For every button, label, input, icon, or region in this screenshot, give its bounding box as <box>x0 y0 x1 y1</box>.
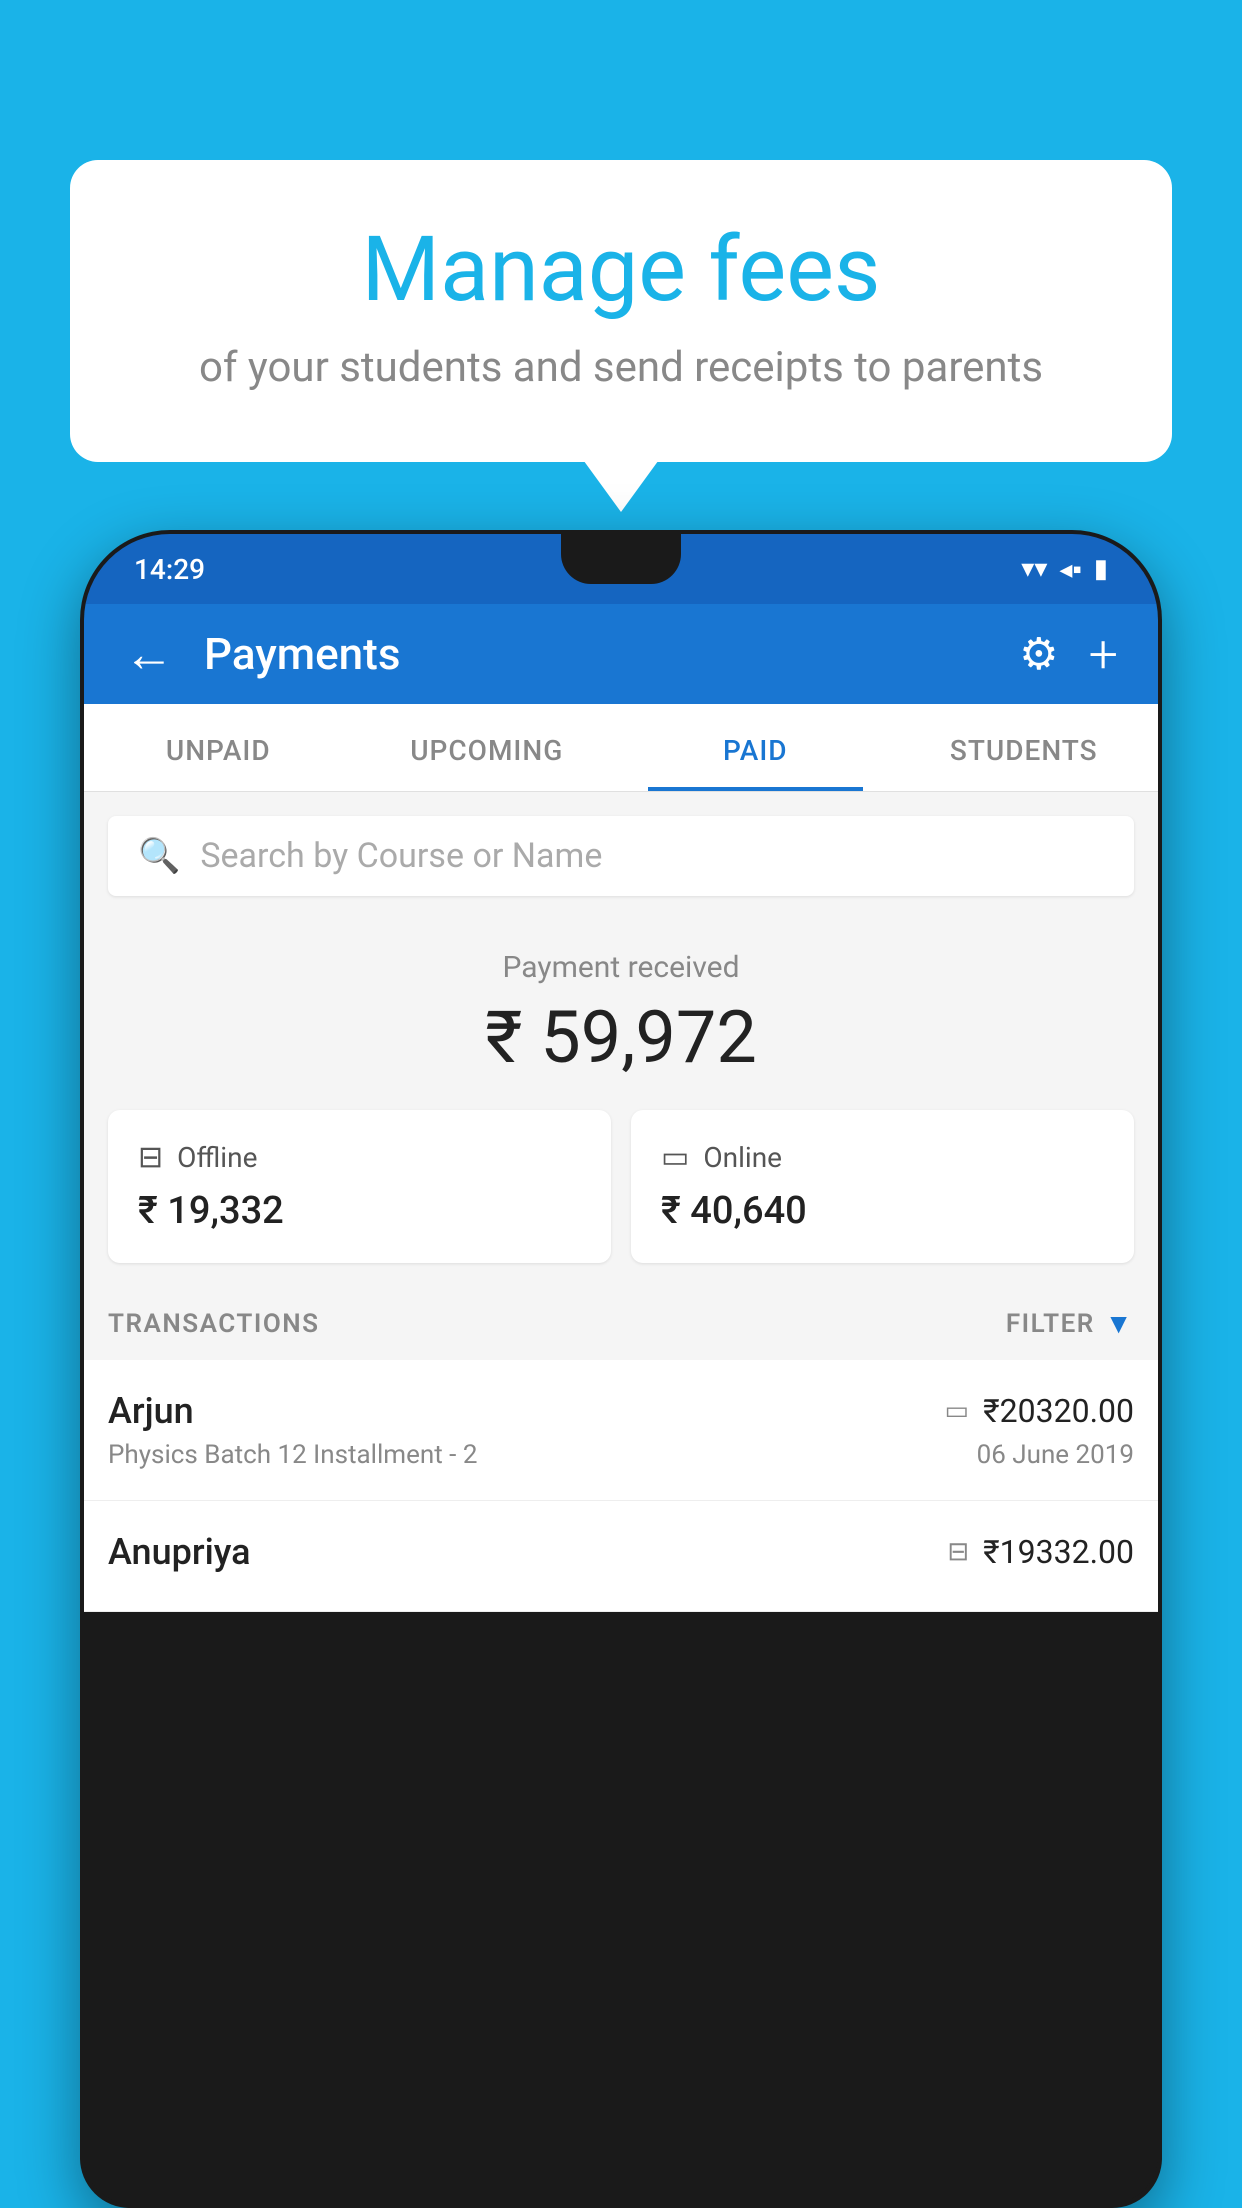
search-bar[interactable]: 🔍 Search by Course or Name <box>108 816 1134 896</box>
tab-unpaid[interactable]: UNPAID <box>84 704 353 791</box>
transaction-row[interactable]: Anupriya ⊟ ₹19332.00 <box>84 1501 1158 1612</box>
tab-students[interactable]: STUDENTS <box>890 704 1159 791</box>
tabs-bar: UNPAID UPCOMING PAID STUDENTS <box>84 704 1158 792</box>
online-label: Online <box>703 1141 782 1174</box>
online-icon: ▭ <box>661 1140 689 1175</box>
signal-icon: ◂▪ <box>1059 554 1081 585</box>
offline-amount: ₹ 19,332 <box>138 1189 581 1233</box>
transaction-name: Arjun <box>108 1390 194 1432</box>
search-placeholder: Search by Course or Name <box>200 836 602 876</box>
speech-bubble-container: Manage fees of your students and send re… <box>70 160 1172 462</box>
phone-inner: 14:29 ▾▾ ◂▪ ▮ ← Payments ⚙ + UNPAID UPCO… <box>84 534 1158 2204</box>
transaction-amount: ₹20320.00 <box>983 1392 1134 1430</box>
transactions-header: TRANSACTIONS FILTER ▼ <box>84 1287 1158 1360</box>
transaction-name: Anupriya <box>108 1531 251 1573</box>
transaction-amount: ₹19332.00 <box>983 1533 1134 1571</box>
search-icon: 🔍 <box>138 836 180 876</box>
card-payment-icon: ▭ <box>945 1396 970 1426</box>
transaction-row[interactable]: Arjun ▭ ₹20320.00 Physics Batch 12 Insta… <box>84 1360 1158 1501</box>
status-icons: ▾▾ ◂▪ ▮ <box>1021 554 1108 585</box>
back-button[interactable]: ← <box>124 625 174 684</box>
transaction-course: Physics Batch 12 Installment - 2 <box>108 1440 477 1470</box>
offline-card: ⊟ Offline ₹ 19,332 <box>108 1110 611 1263</box>
speech-bubble: Manage fees of your students and send re… <box>70 160 1172 462</box>
app-header: ← Payments ⚙ + <box>84 604 1158 704</box>
transaction-details: Physics Batch 12 Installment - 2 06 June… <box>108 1440 1134 1470</box>
phone-screen: 🔍 Search by Course or Name Payment recei… <box>84 792 1158 1612</box>
wifi-icon: ▾▾ <box>1021 554 1047 584</box>
transaction-amount-wrap: ▭ ₹20320.00 <box>945 1392 1134 1430</box>
online-amount: ₹ 40,640 <box>661 1189 1104 1233</box>
filter-label: FILTER <box>1006 1309 1095 1339</box>
rupee-offline-icon: ⊟ <box>947 1537 969 1567</box>
phone-frame: 14:29 ▾▾ ◂▪ ▮ ← Payments ⚙ + UNPAID UPCO… <box>80 530 1162 2208</box>
page-title: Payments <box>204 628 1019 680</box>
status-time: 14:29 <box>134 553 205 586</box>
add-button[interactable]: + <box>1089 624 1118 685</box>
tab-upcoming[interactable]: UPCOMING <box>353 704 622 791</box>
gear-icon[interactable]: ⚙ <box>1019 628 1058 680</box>
payment-cards-row: ⊟ Offline ₹ 19,332 ▭ Online ₹ 40,640 <box>108 1110 1134 1263</box>
tab-paid[interactable]: PAID <box>621 704 890 791</box>
bubble-subtitle: of your students and send receipts to pa… <box>150 343 1092 392</box>
transaction-date: 06 June 2019 <box>977 1440 1134 1470</box>
filter-button[interactable]: FILTER ▼ <box>1006 1307 1134 1340</box>
payment-received-label: Payment received <box>108 950 1134 985</box>
payment-received-amount: ₹ 59,972 <box>108 995 1134 1080</box>
online-card-header: ▭ Online <box>661 1140 1104 1175</box>
transaction-amount-wrap: ⊟ ₹19332.00 <box>947 1533 1134 1571</box>
notch <box>561 534 681 584</box>
payment-received-section: Payment received ₹ 59,972 <box>84 920 1158 1110</box>
transaction-main: Anupriya ⊟ ₹19332.00 <box>108 1531 1134 1573</box>
online-card: ▭ Online ₹ 40,640 <box>631 1110 1134 1263</box>
transactions-label: TRANSACTIONS <box>108 1309 320 1339</box>
filter-icon: ▼ <box>1105 1307 1134 1340</box>
bubble-title: Manage fees <box>150 220 1092 319</box>
offline-card-header: ⊟ Offline <box>138 1140 581 1175</box>
battery-icon: ▮ <box>1094 554 1108 584</box>
transaction-main: Arjun ▭ ₹20320.00 <box>108 1390 1134 1432</box>
offline-label: Offline <box>177 1141 257 1174</box>
offline-icon: ⊟ <box>138 1140 163 1175</box>
status-bar: 14:29 ▾▾ ◂▪ ▮ <box>84 534 1158 604</box>
